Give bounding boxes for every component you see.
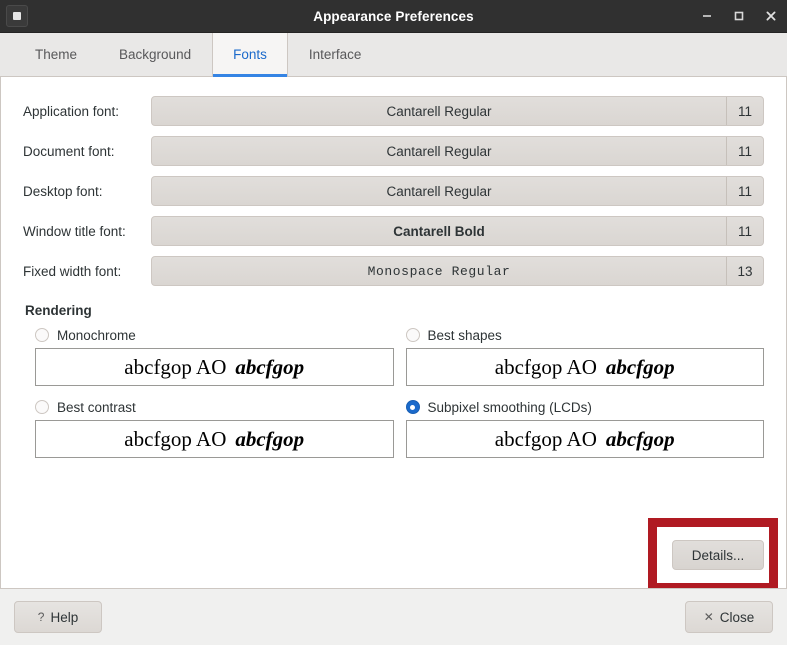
window-title: Appearance Preferences [313, 8, 474, 24]
window-menu-button[interactable] [6, 0, 28, 32]
preview-monochrome-italic: abcfgop [235, 354, 305, 379]
preview-best-shapes: abcfgop AO abcfgop [405, 348, 764, 386]
font-row-fixed-width: Fixed width font: Monospace Regular 13 [23, 251, 764, 291]
desktop-font-button[interactable]: Cantarell Regular [152, 177, 727, 205]
font-row-desktop: Desktop font: Cantarell Regular 11 [23, 171, 764, 211]
dialog-action-bar: ? Help ✕ Close [0, 589, 787, 645]
fixed-width-font-control: Monospace Regular 13 [151, 256, 764, 286]
radio-best-contrast-label: Best contrast [57, 399, 136, 415]
window-titlebar: Appearance Preferences [0, 0, 787, 33]
radio-row-best-contrast[interactable]: Best contrast [35, 394, 394, 420]
fixed-width-font-button[interactable]: Monospace Regular [152, 257, 727, 285]
preview-subpixel-smoothing-regular: abcfgop AO [494, 426, 597, 451]
window-title-font-button[interactable]: Cantarell Bold [152, 217, 727, 245]
preview-best-contrast-italic: abcfgop [235, 426, 305, 451]
document-font-button[interactable]: Cantarell Regular [152, 137, 727, 165]
font-row-window-title: Window title font: Cantarell Bold 11 [23, 211, 764, 251]
help-button-label: Help [50, 609, 79, 625]
desktop-font-label: Desktop font: [23, 183, 103, 199]
close-button[interactable]: ✕ Close [685, 601, 773, 633]
preview-best-contrast: abcfgop AO abcfgop [35, 420, 394, 458]
minimize-icon[interactable] [699, 8, 715, 24]
preview-best-contrast-regular: abcfgop AO [124, 426, 227, 451]
preview-monochrome: abcfgop AO abcfgop [35, 348, 394, 386]
help-button[interactable]: ? Help [14, 601, 102, 633]
tab-bar: Theme Background Fonts Interface [0, 33, 787, 77]
document-font-size[interactable]: 11 [727, 137, 763, 165]
application-font-button[interactable]: Cantarell Regular [152, 97, 727, 125]
font-row-application: Application font: Cantarell Regular 11 [23, 91, 764, 131]
preview-subpixel-smoothing: abcfgop AO abcfgop [405, 420, 764, 458]
radio-best-shapes-label: Best shapes [427, 327, 502, 343]
application-font-size[interactable]: 11 [727, 97, 763, 125]
tab-fonts-label: Fonts [233, 47, 267, 62]
document-font-label: Document font: [23, 143, 115, 159]
fonts-page: Application font: Cantarell Regular 11 D… [0, 77, 787, 589]
preview-best-shapes-italic: abcfgop [605, 354, 675, 379]
fixed-width-font-size[interactable]: 13 [727, 257, 763, 285]
desktop-font-control: Cantarell Regular 11 [151, 176, 764, 206]
rendering-section-title: Rendering [25, 303, 92, 318]
tab-interface-label: Interface [308, 47, 362, 62]
window-menu-icon [6, 5, 28, 27]
radio-subpixel-smoothing-icon[interactable] [405, 400, 420, 414]
preview-subpixel-smoothing-italic: abcfgop [605, 426, 675, 451]
close-button-label: Close [719, 609, 755, 625]
application-font-label: Application font: [23, 103, 120, 119]
fixed-width-font-label: Fixed width font: [23, 263, 122, 279]
help-icon: ? [37, 610, 45, 624]
radio-monochrome-label: Monochrome [57, 327, 136, 343]
desktop-font-size[interactable]: 11 [727, 177, 763, 205]
details-button-area: Details... [648, 518, 778, 588]
maximize-icon[interactable] [731, 8, 747, 24]
window-title-font-control: Cantarell Bold 11 [151, 216, 764, 246]
preview-monochrome-regular: abcfgop AO [124, 354, 227, 379]
tab-background[interactable]: Background [98, 33, 212, 76]
document-font-control: Cantarell Regular 11 [151, 136, 764, 166]
tab-theme[interactable]: Theme [14, 33, 98, 76]
radio-row-subpixel-smoothing[interactable]: Subpixel smoothing (LCDs) [405, 394, 765, 420]
rendering-options-grid: Monochrome Best shapes abcfgop AO abcfgo… [23, 322, 764, 466]
radio-row-best-shapes[interactable]: Best shapes [405, 322, 765, 348]
radio-best-shapes-icon[interactable] [405, 328, 420, 342]
preview-best-shapes-regular: abcfgop AO [494, 354, 597, 379]
radio-subpixel-smoothing-label: Subpixel smoothing (LCDs) [427, 399, 592, 415]
radio-best-contrast-icon[interactable] [35, 400, 49, 414]
window-title-font-label: Window title font: [23, 223, 126, 239]
close-x-icon: ✕ [703, 610, 714, 624]
radio-monochrome-icon[interactable] [35, 328, 49, 342]
tab-theme-label: Theme [35, 47, 78, 62]
tab-background-label: Background [119, 47, 192, 62]
details-button[interactable]: Details... [672, 540, 764, 570]
application-font-control: Cantarell Regular 11 [151, 96, 764, 126]
font-row-document: Document font: Cantarell Regular 11 [23, 131, 764, 171]
tab-fonts[interactable]: Fonts [212, 33, 288, 77]
radio-row-monochrome[interactable]: Monochrome [35, 322, 394, 348]
tab-interface[interactable]: Interface [288, 33, 383, 76]
preferences-notebook: Theme Background Fonts Interface Applica… [0, 33, 787, 589]
close-icon[interactable] [763, 8, 779, 24]
window-title-font-size[interactable]: 11 [727, 217, 763, 245]
window-controls [699, 0, 779, 32]
